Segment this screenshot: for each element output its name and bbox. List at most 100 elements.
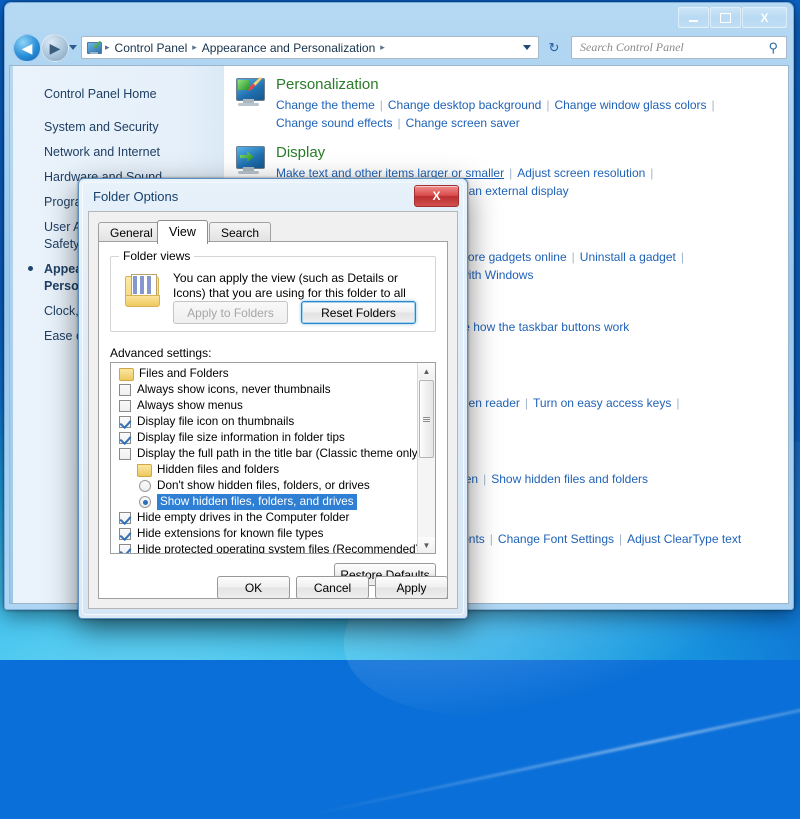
breadcrumb-chevron-down-icon[interactable] [523, 45, 531, 50]
tab-view[interactable]: View [157, 220, 208, 244]
sidebar-accent-strip [10, 66, 13, 603]
advanced-settings-list[interactable]: Files and Folders Always show icons, nev… [110, 362, 436, 554]
refresh-button[interactable]: ↻ [543, 36, 565, 59]
forward-button[interactable]: ▶ [41, 34, 69, 62]
sidebar-item-control-panel-home[interactable]: Control Panel Home [10, 82, 223, 115]
radio-dont-show-hidden-files[interactable] [139, 480, 151, 492]
apply-button[interactable]: Apply [375, 576, 448, 599]
list-item-label: Show hidden files, folders, and drives [157, 494, 357, 510]
breadcrumb-separator-0: ▸ [105, 42, 110, 52]
folder-icon [137, 464, 152, 477]
folder-views-group: Folder views You can apply the view (suc… [110, 249, 436, 332]
dialog-title: Folder Options [93, 189, 179, 204]
tab-strip: General View Search [98, 220, 448, 244]
forward-arrow-icon: ▶ [49, 39, 61, 56]
ok-button[interactable]: OK [217, 576, 290, 599]
list-item[interactable]: Display file size information in folder … [111, 430, 435, 446]
list-item-label: Hide extensions for known file types [137, 527, 324, 540]
reset-folders-button[interactable]: Reset Folders [301, 301, 416, 324]
link-adjust-screen-resolution[interactable]: Adjust screen resolution [517, 166, 645, 180]
window-controls: X [678, 7, 787, 28]
radio-show-hidden-files[interactable] [139, 496, 151, 508]
close-icon: X [760, 10, 769, 25]
section-links-row: Change the theme | Change desktop backgrou… [276, 98, 715, 112]
list-item[interactable]: Hidden files and folders [111, 462, 435, 478]
control-panel-icon [87, 40, 103, 55]
scroll-up-icon[interactable]: ▲ [418, 363, 435, 379]
scrollbar-thumb[interactable] [419, 380, 434, 458]
list-item-label: Don't show hidden files, folders, or dri… [157, 479, 370, 492]
breadcrumb-separator-1: ▸ [192, 42, 197, 52]
scroll-down-icon[interactable]: ▼ [418, 537, 435, 553]
dialog-body: General View Search Folder views You can… [88, 211, 458, 609]
list-item-label: Display the full path in the title bar (… [137, 447, 422, 460]
link-change-window-glass-colors[interactable]: Change window glass colors [554, 98, 706, 112]
list-item[interactable]: Don't show hidden files, folders, or dri… [111, 478, 435, 494]
list-item[interactable]: Hide extensions for known file types [111, 526, 435, 542]
folder-views-legend: Folder views [119, 249, 195, 263]
search-input[interactable]: Search Control Panel ⚲ [571, 36, 787, 59]
tab-general[interactable]: General [98, 222, 165, 242]
checkbox-hide-extensions[interactable] [119, 528, 131, 540]
section-title[interactable]: Personalization [276, 76, 788, 94]
list-item-label: Hidden files and folders [157, 463, 280, 476]
checkbox-hide-protected-os-files[interactable] [119, 544, 131, 553]
cancel-button[interactable]: Cancel [296, 576, 369, 599]
link-change-font-settings[interactable]: Change Font Settings [498, 532, 614, 546]
recent-pages-dropdown-icon[interactable] [69, 45, 77, 50]
list-item-label: Display file size information in folder … [137, 431, 345, 444]
list-item-label: Hide protected operating system files (R… [137, 543, 420, 554]
list-scrollbar[interactable]: ▲ ▼ [417, 363, 435, 553]
tab-search[interactable]: Search [209, 222, 272, 242]
link-change-sound-effects[interactable]: Change sound effects [276, 116, 393, 130]
sidebar-item-network-and-internet[interactable]: Network and Internet [10, 140, 223, 165]
list-item-selected[interactable]: Show hidden files, folders, and drives [111, 494, 435, 510]
link-show-hidden-files-and-folders[interactable]: Show hidden files and folders [491, 472, 648, 486]
breadcrumb-item-control-panel[interactable]: Control Panel [112, 41, 191, 55]
link-adjust-cleartype-text[interactable]: Adjust ClearType text [627, 532, 741, 546]
list-item[interactable]: Files and Folders [111, 366, 435, 382]
checkbox-hide-empty-drives[interactable] [119, 512, 131, 524]
view-tab-panel: Folder views You can apply the view (suc… [98, 241, 448, 599]
link-change-the-theme[interactable]: Change the theme [276, 98, 375, 112]
list-item[interactable]: Hide protected operating system files (R… [111, 542, 435, 554]
window-titlebar: X [5, 3, 793, 31]
maximize-button[interactable] [710, 7, 741, 28]
dialog-close-button[interactable]: X [414, 185, 459, 207]
list-item[interactable]: Hide empty drives in the Computer folder [111, 510, 435, 526]
checkbox-display-file-size-in-folder-tips[interactable] [119, 432, 131, 444]
section-links-row: Change sound effects | Change screen saver [276, 116, 520, 130]
section-title[interactable]: Display [276, 144, 788, 162]
list-item[interactable]: Display file icon on thumbnails [111, 414, 435, 430]
breadcrumb-item-appearance[interactable]: Appearance and Personalization [199, 41, 378, 55]
search-placeholder: Search Control Panel [580, 40, 684, 54]
link-change-screen-saver[interactable]: Change screen saver [406, 116, 520, 130]
checkbox-display-file-icon-on-thumbnails[interactable] [119, 416, 131, 428]
list-item-label: Files and Folders [139, 367, 229, 380]
list-item[interactable]: Always show menus [111, 398, 435, 414]
section-personalization: Personalization Change the theme | Change … [224, 76, 788, 132]
close-button[interactable]: X [742, 7, 787, 28]
advanced-settings-label: Advanced settings: [110, 346, 212, 360]
display-icon [234, 146, 266, 176]
navigation-bar: ◀ ▶ ▸ Control Panel ▸ Appearance and Per… [5, 31, 793, 65]
sidebar-item-system-and-security[interactable]: System and Security [10, 115, 223, 140]
back-button[interactable]: ◀ [13, 34, 41, 62]
link-uninstall-a-gadget[interactable]: Uninstall a gadget [580, 250, 676, 264]
checkbox-display-full-path-in-title-bar[interactable] [119, 448, 131, 460]
link-turn-on-easy-access-keys[interactable]: Turn on easy access keys [533, 396, 671, 410]
personalization-icon [234, 77, 266, 108]
link-change-desktop-background[interactable]: Change desktop background [388, 98, 541, 112]
list-item-label: Always show menus [137, 399, 243, 412]
list-item[interactable]: Always show icons, never thumbnails [111, 382, 435, 398]
checkbox-always-show-icons[interactable] [119, 384, 131, 396]
checkbox-always-show-menus[interactable] [119, 400, 131, 412]
refresh-icon: ↻ [548, 39, 560, 55]
search-icon: ⚲ [768, 39, 778, 55]
list-item[interactable]: Display the full path in the title bar (… [111, 446, 435, 462]
breadcrumb[interactable]: ▸ Control Panel ▸ Appearance and Persona… [81, 36, 539, 59]
minimize-button[interactable] [678, 7, 709, 28]
folder-icon [119, 368, 134, 381]
close-icon: X [432, 189, 441, 203]
apply-to-folders-button[interactable]: Apply to Folders [173, 301, 288, 324]
